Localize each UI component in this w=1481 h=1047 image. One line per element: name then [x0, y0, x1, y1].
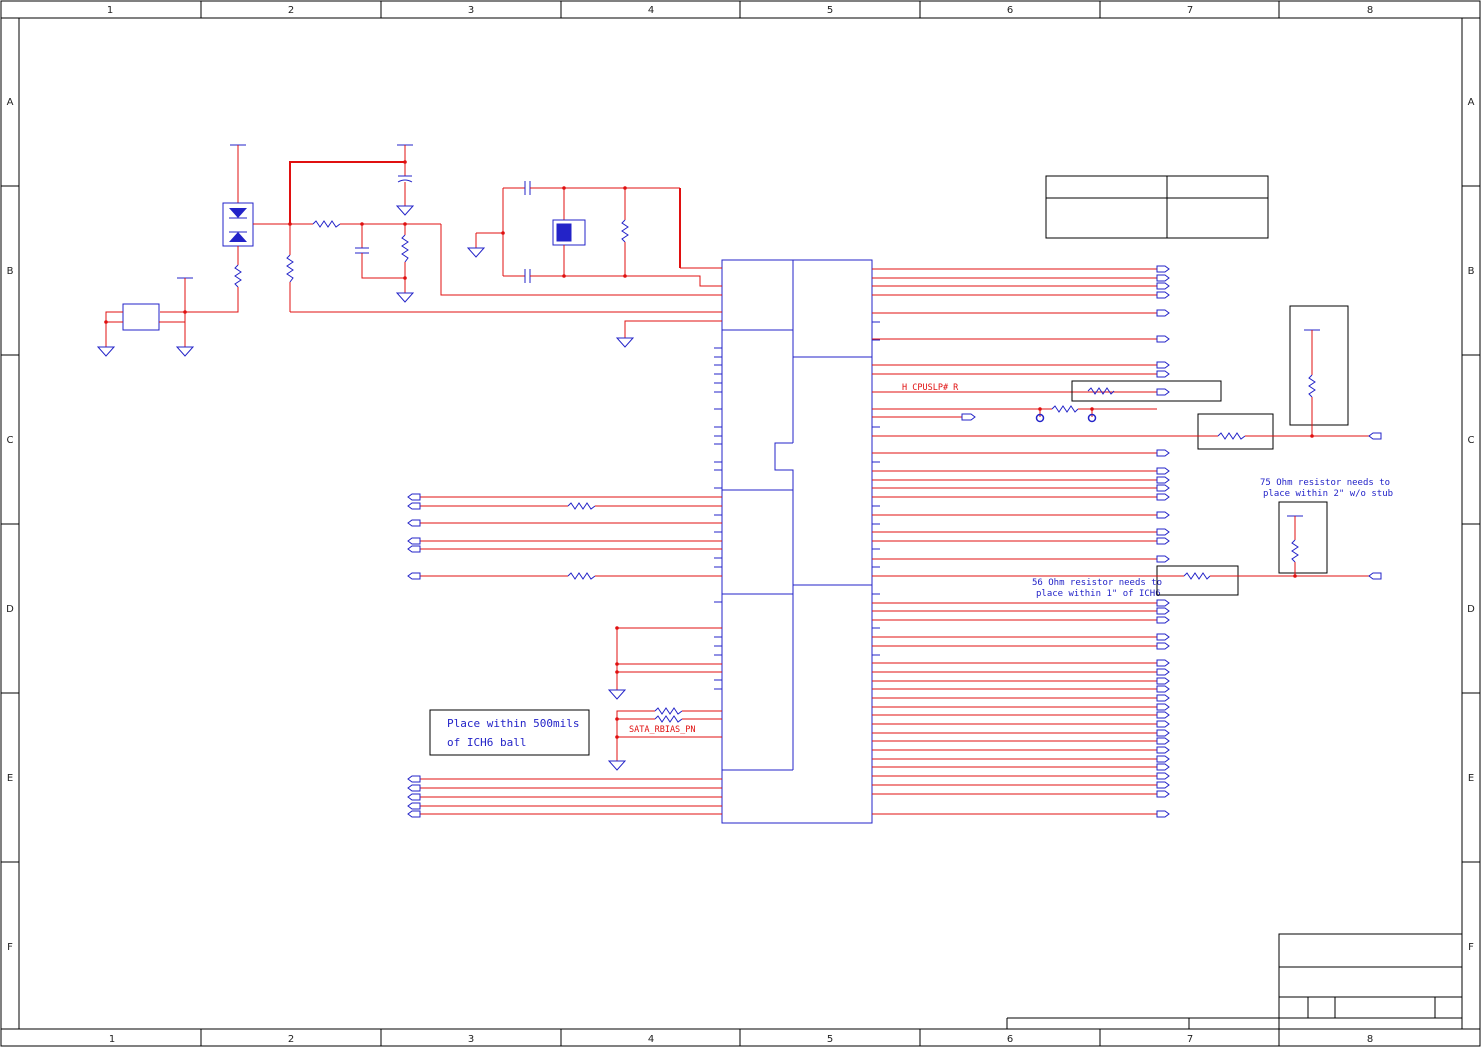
column-markers: 1 2 3 4 5 6 7 8 1 2 3 4 5 6 7 8: [107, 1, 1373, 1046]
r75-note-line1: 75 Ohm resistor needs to: [1260, 478, 1390, 488]
row-label-right-E: E: [1468, 773, 1474, 784]
offpage-connector-icon: [1156, 616, 1170, 624]
row-label-right-A: A: [1468, 97, 1475, 108]
offpage-connector-icon: [1156, 685, 1170, 693]
schematic-sheet: 1 2 3 4 5 6 7 8 1 2 3 4 5 6 7 8 A B C D …: [0, 0, 1481, 1047]
offpage-connector-icon: [1156, 599, 1170, 607]
row-label-left-F: F: [7, 942, 13, 953]
col-label-top-1: 1: [107, 5, 113, 16]
offpage-connector-icon: [1156, 746, 1170, 754]
right-offpage-nets: [872, 265, 1170, 818]
offpage-connector-icon: [1156, 537, 1170, 545]
sheet-border: [0, 0, 1481, 1047]
row-label-right-B: B: [1468, 266, 1475, 277]
offpage-connector-icon: [1156, 810, 1170, 818]
rtc-battery-circuit: [96, 144, 290, 357]
col-label-bottom-2: 2: [288, 1034, 294, 1045]
col-label-bottom-1: 1: [109, 1034, 115, 1045]
r56-note: 56 Ohm resistor needs to place within 1"…: [872, 565, 1382, 599]
placement-note: Place within 500mils of ICH6 ball: [429, 709, 590, 756]
r75-note: 75 Ohm resistor needs to place within 2"…: [1260, 478, 1393, 576]
col-label-bottom-3: 3: [468, 1034, 474, 1045]
offpage-connector-icon: [1156, 484, 1170, 492]
offpage-connector-icon: [1156, 703, 1170, 711]
rtc-rc-network: [286, 144, 722, 313]
offpage-connector-icon: [1156, 659, 1170, 667]
row-label-right-D: D: [1467, 604, 1475, 615]
rtc-crystal-circuit: [466, 181, 722, 287]
offpage-connector-icon: [1156, 607, 1170, 615]
row-label-right-C: C: [1468, 435, 1475, 446]
left-offpage-ports: [407, 493, 722, 818]
offpage-connector-icon: [1156, 493, 1170, 501]
offpage-connector-icon: [1156, 309, 1170, 317]
ic-ground-tie: [615, 320, 722, 348]
placement-note-line2: of ICH6 ball: [447, 736, 526, 749]
offpage-connector-icon: [1156, 370, 1170, 378]
revision-table: [1045, 175, 1269, 239]
col-label-bottom-5: 5: [827, 1034, 833, 1045]
offpage-connector-icon: [1156, 729, 1170, 737]
offpage-connector-icon: [1156, 467, 1170, 475]
offpage-connector-icon: [1156, 755, 1170, 763]
title-block: [1006, 933, 1463, 1030]
col-label-top-4: 4: [648, 5, 654, 16]
offpage-connector-icon: [1156, 763, 1170, 771]
offpage-connector-icon: [1156, 449, 1170, 457]
placement-note-line1: Place within 500mils: [447, 717, 579, 730]
net-label-cpuslp: H_CPUSLP#_R: [902, 383, 959, 393]
col-label-top-7: 7: [1187, 5, 1193, 16]
offpage-connector-icon: [1156, 772, 1170, 780]
offpage-connector-icon: [1156, 291, 1170, 299]
ich6-ic-symbol: [721, 259, 873, 824]
ich6-unused-pins-left: [714, 277, 880, 690]
offpage-connector-icon: [1156, 781, 1170, 789]
r75-note-line2: place within 2" w/o stub: [1263, 489, 1393, 499]
offpage-connector-icon: [1156, 528, 1170, 536]
offpage-connector-icon: [1156, 720, 1170, 728]
col-label-top-5: 5: [827, 5, 833, 16]
col-label-bottom-6: 6: [1007, 1034, 1013, 1045]
offpage-connector-icon: [1156, 737, 1170, 745]
offpage-connector-icon: [1156, 265, 1170, 273]
offpage-connector-icon: [1156, 642, 1170, 650]
offpage-connector-icon: [1156, 511, 1170, 519]
offpage-connector-icon: [1156, 388, 1170, 396]
r56-note-line1: 56 Ohm resistor needs to: [1032, 578, 1162, 588]
row-label-left-E: E: [7, 773, 13, 784]
col-label-bottom-4: 4: [648, 1034, 654, 1045]
r56-note-line2: place within 1" of ICH6: [1036, 589, 1161, 599]
net-label-sata-rbias: SATA_RBIAS_PN: [629, 725, 696, 735]
row-label-left-C: C: [7, 435, 14, 446]
offpage-connector-icon: [1156, 711, 1170, 719]
sata-ground-bias: SATA_RBIAS_PN: [607, 626, 722, 771]
col-label-top-2: 2: [288, 5, 294, 16]
offpage-connector-icon: [1156, 361, 1170, 369]
col-label-top-8: 8: [1367, 5, 1373, 16]
offpage-connector-icon: [1156, 274, 1170, 282]
offpage-connector-icon: [1156, 282, 1170, 290]
offpage-connector-icon: [1156, 476, 1170, 484]
col-label-top-3: 3: [468, 5, 474, 16]
row-label-left-A: A: [7, 97, 14, 108]
row-label-left-B: B: [7, 266, 14, 277]
offpage-connector-icon: [1156, 694, 1170, 702]
col-label-top-6: 6: [1007, 5, 1013, 16]
offpage-connector-icon: [1156, 790, 1170, 798]
row-label-right-F: F: [1468, 942, 1474, 953]
offpage-connector-icon: [1156, 633, 1170, 641]
offpage-connector-icon: [1156, 335, 1170, 343]
c-series-resistor: [872, 305, 1382, 450]
col-label-bottom-7: 7: [1187, 1034, 1193, 1045]
offpage-connector-icon: [1156, 677, 1170, 685]
col-label-bottom-8: 8: [1367, 1034, 1373, 1045]
offpage-connector-icon: [1156, 668, 1170, 676]
row-label-left-D: D: [6, 604, 14, 615]
cpuslp-net: H_CPUSLP#_R: [872, 380, 1222, 423]
offpage-connector-icon: [1156, 555, 1170, 563]
